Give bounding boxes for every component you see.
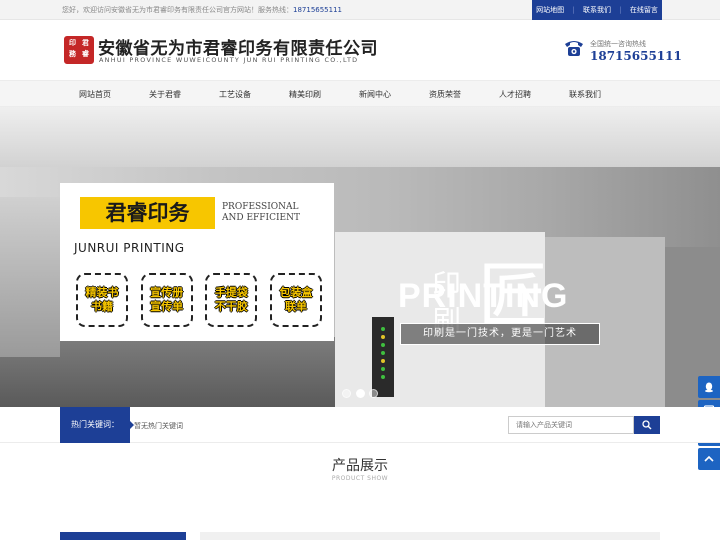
banner-background xyxy=(0,107,720,167)
service-box-line: 手提袋 xyxy=(214,286,248,299)
service-box-line: 宣传册 xyxy=(150,286,184,299)
slide-dot[interactable] xyxy=(342,389,351,398)
main-nav: 网站首页 关于君睿 工艺设备 精美印刷 新闻中心 资质荣誉 人才招聘 联系我们 xyxy=(0,80,720,107)
product-category-panel xyxy=(60,532,186,540)
contact-link[interactable]: 联系我们 xyxy=(583,5,611,15)
hot-keywords-label: 热门关键词： xyxy=(60,407,130,443)
service-box-line: 联单 xyxy=(284,300,307,313)
top-link-separator: | xyxy=(619,6,622,14)
product-list-panel xyxy=(200,532,660,540)
service-box-line: 不干胶 xyxy=(214,300,248,313)
sitemap-link[interactable]: 网站地图 xyxy=(536,5,564,15)
service-box: 宣传册 宣传单 xyxy=(140,273,193,327)
service-box: 精装书 书籍 xyxy=(76,273,128,327)
card-title: 君睿印务 xyxy=(80,197,215,229)
search-input[interactable] xyxy=(508,416,634,434)
nav-item-honors[interactable]: 资质荣誉 xyxy=(410,81,480,108)
seal-char: 君 xyxy=(82,39,89,47)
service-box-line: 包装盒 xyxy=(279,286,313,299)
nav-item-equipment[interactable]: 工艺设备 xyxy=(200,81,270,108)
card-english-line: AND EFFICIENT xyxy=(222,213,300,223)
qq-icon[interactable] xyxy=(698,376,720,398)
service-box: 包装盒 联单 xyxy=(269,273,322,327)
card-english-line: PROFESSIONAL xyxy=(222,202,299,212)
slide-pagination xyxy=(342,389,378,399)
service-box-line: 书籍 xyxy=(91,300,113,313)
slide-dot[interactable] xyxy=(369,389,378,398)
hero-banner[interactable]: 印刷 匠 PRINTING 印刷是一门技术，更是一门艺术 君睿印务 PROFES… xyxy=(0,107,720,407)
nav-item-news[interactable]: 新闻中心 xyxy=(340,81,410,108)
nav-item-about[interactable]: 关于君睿 xyxy=(130,81,200,108)
top-hotline-number: 18715655111 xyxy=(293,6,342,14)
section-subtitle: PRODUCT SHOW xyxy=(331,475,389,482)
banner-printing-text: PRINTING xyxy=(398,277,569,315)
message-link[interactable]: 在线留言 xyxy=(630,5,658,15)
search-button[interactable] xyxy=(634,416,660,434)
service-boxes: 精装书 书籍 宣传册 宣传单 手提袋 不干胶 包装盒 联单 xyxy=(76,273,322,327)
service-box-line: 精装书 xyxy=(85,286,119,299)
card-subtitle: JUNRUI PRINTING xyxy=(74,241,185,255)
printing-machine-image xyxy=(0,197,60,357)
printing-machine-image xyxy=(545,237,665,407)
service-box: 手提袋 不干胶 xyxy=(205,273,258,327)
welcome-message: 您好，欢迎访问安徽省无为市君睿印务有限责任公司官方网站！服务热线： xyxy=(62,6,293,14)
top-link-separator: | xyxy=(572,6,575,14)
banner-slogan: 印刷是一门技术，更是一门艺术 xyxy=(400,323,600,345)
hotline-label: 全国统一咨询热线 xyxy=(590,40,646,48)
top-bar: 您好，欢迎访问安徽省无为市君睿印务有限责任公司官方网站！服务热线：1871565… xyxy=(0,0,720,20)
hot-keywords-value: 暂无热门关键词 xyxy=(134,422,183,430)
banner-intro-card: 君睿印务 PROFESSIONAL AND EFFICIENT JUNRUI P… xyxy=(60,183,334,341)
seal-char: 睿 xyxy=(82,50,89,58)
slide-dot-active[interactable] xyxy=(355,389,365,398)
company-name-english: ANHUI PROVINCE WUWEICOUNTY JUN RUI PRINT… xyxy=(99,56,359,64)
nav-item-contact[interactable]: 联系我们 xyxy=(550,81,620,108)
nav-item-home[interactable]: 网站首页 xyxy=(60,81,130,108)
nav-item-jobs[interactable]: 人才招聘 xyxy=(480,81,550,108)
seal-char: 印 xyxy=(69,39,76,47)
search-icon xyxy=(642,420,652,430)
machine-indicator-lights xyxy=(378,323,388,383)
top-links: 网站地图 | 联系我们 | 在线留言 xyxy=(532,0,662,20)
welcome-text: 您好，欢迎访问安徽省无为市君睿印务有限责任公司官方网站！服务热线：1871565… xyxy=(62,5,342,15)
hotline-number: 18715655111 xyxy=(590,49,682,63)
section-title: 产品展示 xyxy=(332,458,388,474)
company-logo-seal[interactable]: 印君 務睿 xyxy=(64,36,94,64)
nav-item-printing[interactable]: 精美印刷 xyxy=(270,81,340,108)
service-box-line: 宣传单 xyxy=(150,300,184,313)
seal-char: 務 xyxy=(69,50,76,58)
phone-icon xyxy=(565,41,583,56)
